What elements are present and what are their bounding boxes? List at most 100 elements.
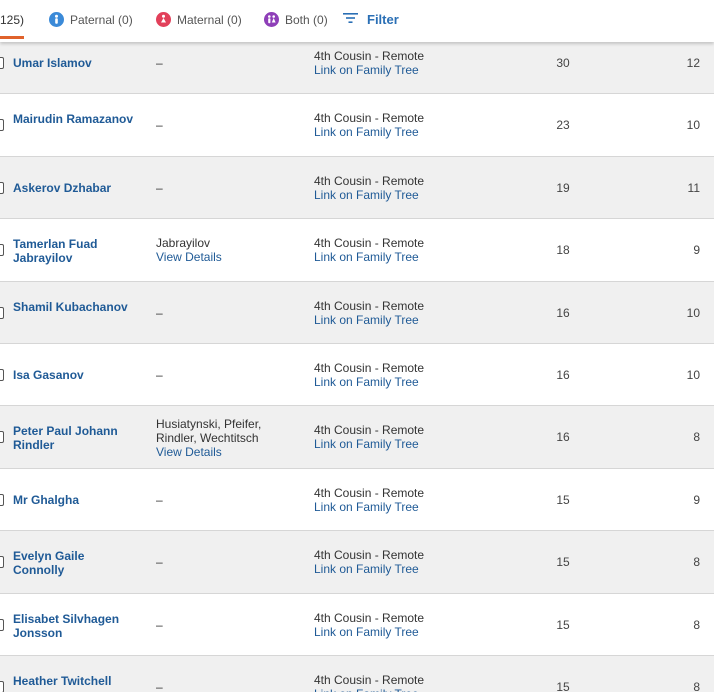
matches-list: Umar Islamov –4th Cousin - Remote Link on … <box>0 32 714 692</box>
match-name-link[interactable]: Mairudin Ramazanov <box>13 112 138 126</box>
family-tree-link[interactable]: Link on Family Tree <box>314 250 474 264</box>
match-row: Mairudin Ramazanov – 4th Cousin - Remote Li… <box>0 94 714 157</box>
match-checkbox[interactable] <box>0 431 4 444</box>
shared-segments-value: 8 <box>693 617 700 632</box>
tab-all-matches[interactable]: 125) <box>0 0 27 39</box>
match-checkbox[interactable] <box>0 618 4 631</box>
match-row: Peter Paul Johann Rindler Husiatynski, Pf… <box>0 406 714 469</box>
tab-both-label: Both (0) <box>285 12 328 27</box>
shared-segments-value: 10 <box>686 305 700 320</box>
relationship-cell: 4th Cousin - RemoteLink on Family Tree <box>314 49 474 77</box>
relationship-cell: 4th Cousin - RemoteLink on Family Tree <box>314 111 474 139</box>
shared-segments-value: 10 <box>686 118 700 133</box>
filter-label: Filter <box>367 12 399 27</box>
relationship-text: 4th Cousin - Remote <box>314 360 425 375</box>
shared-cm-value: 23 <box>556 118 570 133</box>
match-checkbox[interactable] <box>0 680 4 692</box>
tab-maternal-label: Maternal (0) <box>177 12 242 27</box>
surnames-text: – <box>156 367 163 382</box>
relationship-cell: 4th Cousin - RemoteLink on Family Tree <box>314 611 474 639</box>
surnames-text: – <box>156 492 163 507</box>
relationship-cell: 4th Cousin - RemoteLink on Family Tree <box>314 361 474 389</box>
relationship-text: 4th Cousin - Remote <box>314 111 425 126</box>
surnames-text: – <box>156 180 163 195</box>
match-name-link[interactable]: Askerov Dzhabar <box>13 181 138 195</box>
paternal-icon <box>49 12 64 27</box>
shared-segments-value: 8 <box>693 430 700 445</box>
ancestral-surnames: – <box>156 181 296 195</box>
match-checkbox[interactable] <box>0 119 4 132</box>
match-name-link[interactable]: Mr Ghalgha <box>13 493 138 507</box>
match-row: Evelyn Gaile Connolly – 4th Cousin - Remot… <box>0 531 714 594</box>
relationship-text: 4th Cousin - Remote <box>314 610 425 625</box>
tab-all-label: 125) <box>0 12 25 27</box>
view-details-link[interactable]: View Details <box>156 445 296 459</box>
match-name-link[interactable]: Isa Gasanov <box>13 368 138 382</box>
shared-segments-value: 11 <box>687 180 700 195</box>
relationship-text: 4th Cousin - Remote <box>314 423 425 438</box>
match-name-link[interactable]: Evelyn Gaile Connolly <box>13 549 138 577</box>
relationship-text: 4th Cousin - Remote <box>314 173 425 188</box>
match-row: Shamil Kubachanov – 4th Cousin - Remote Lin… <box>0 281 714 344</box>
filter-icon <box>343 12 358 27</box>
match-name-link[interactable]: Heather Twitchell <box>13 674 138 688</box>
shared-cm-value: 16 <box>556 430 570 445</box>
match-name-link[interactable]: Umar Islamov <box>13 56 138 70</box>
match-checkbox[interactable] <box>0 556 4 569</box>
match-checkbox[interactable] <box>0 57 4 69</box>
relationship-text: 4th Cousin - Remote <box>314 49 425 63</box>
view-details-link[interactable]: View Details <box>156 250 296 264</box>
match-name-link[interactable]: Elisabet Silvhagen Jonsson <box>13 612 138 640</box>
relationship-text: 4th Cousin - Remote <box>314 298 425 313</box>
match-row: Isa Gasanov – 4th Cousin - Remote Link on F… <box>0 344 714 407</box>
family-tree-link[interactable]: Link on Family Tree <box>314 375 474 389</box>
relationship-text: 4th Cousin - Remote <box>314 236 425 251</box>
relationship-cell: 4th Cousin - RemoteLink on Family Tree <box>314 423 474 451</box>
match-checkbox[interactable] <box>0 244 4 257</box>
match-name-link[interactable]: Peter Paul Johann Rindler <box>13 424 138 452</box>
surnames-text: – <box>156 118 163 133</box>
shared-segments-value: 10 <box>686 367 700 382</box>
ancestral-surnames: – <box>156 118 296 132</box>
family-tree-link[interactable]: Link on Family Tree <box>314 625 474 639</box>
match-name-link[interactable]: Shamil Kubachanov <box>13 300 138 314</box>
ancestral-surnames: Husiatynski, Pfeifer, Rindler, Wechtitsc… <box>156 417 296 459</box>
match-name-link[interactable]: Tamerlan Fuad Jabrayilov <box>13 237 138 265</box>
relationship-cell: 4th Cousin - RemoteLink on Family Tree <box>314 174 474 202</box>
tab-paternal[interactable]: Paternal (0) <box>49 0 133 39</box>
ancestral-surnames: – <box>156 368 296 382</box>
relationship-text: 4th Cousin - Remote <box>314 548 425 563</box>
family-tree-link[interactable]: Link on Family Tree <box>314 313 474 327</box>
family-tree-link[interactable]: Link on Family Tree <box>314 500 474 514</box>
relationship-text: 4th Cousin - Remote <box>314 485 425 500</box>
surnames-text: – <box>156 617 163 632</box>
shared-segments-value: 8 <box>693 555 700 570</box>
family-tree-link[interactable]: Link on Family Tree <box>314 562 474 576</box>
ancestral-surnames: – <box>156 493 296 507</box>
match-checkbox[interactable] <box>0 368 4 381</box>
shared-cm-value: 15 <box>556 555 570 570</box>
family-tree-link[interactable]: Link on Family Tree <box>314 63 474 77</box>
filter-button[interactable]: Filter <box>343 0 399 39</box>
family-tree-link[interactable]: Link on Family Tree <box>314 687 474 692</box>
shared-segments-value: 9 <box>693 492 700 507</box>
ancestral-surnames: – <box>156 680 296 692</box>
shared-cm-value: 15 <box>556 679 570 692</box>
match-row: Askerov Dzhabar – 4th Cousin - Remote Link … <box>0 156 714 220</box>
tab-paternal-label: Paternal (0) <box>70 12 133 27</box>
shared-cm-value: 15 <box>556 492 570 507</box>
surnames-text: Husiatynski, Pfeifer, Rindler, Wechtitsc… <box>156 417 262 446</box>
ancestral-surnames: Jabrayilov View Details <box>156 236 296 264</box>
family-tree-link[interactable]: Link on Family Tree <box>314 188 474 202</box>
match-checkbox[interactable] <box>0 306 4 319</box>
family-tree-link[interactable]: Link on Family Tree <box>314 437 474 451</box>
relationship-cell: 4th Cousin - RemoteLink on Family Tree <box>314 236 474 264</box>
relationship-cell: 4th Cousin - RemoteLink on Family Tree <box>314 299 474 327</box>
match-checkbox[interactable] <box>0 493 4 506</box>
tab-both[interactable]: Both (0) <box>264 0 328 39</box>
family-tree-link[interactable]: Link on Family Tree <box>314 125 474 139</box>
tab-maternal[interactable]: Maternal (0) <box>156 0 242 39</box>
surnames-text: Jabrayilov <box>156 236 211 251</box>
match-checkbox[interactable] <box>0 181 4 194</box>
ancestral-surnames: – <box>156 56 296 70</box>
